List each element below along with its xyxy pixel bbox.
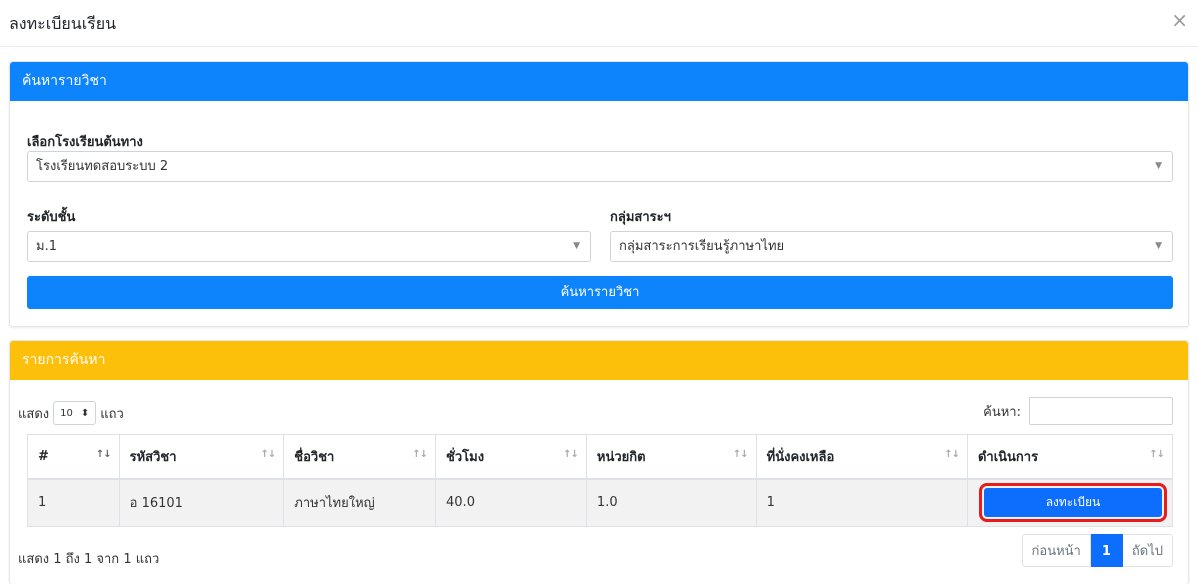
modal-header: ลงทะเบียนเรียน ×	[0, 0, 1198, 47]
sort-icon: ↑↓	[1149, 449, 1165, 460]
group-label: กลุ่มสาระฯ	[610, 210, 671, 225]
chevron-down-icon: ▼	[1155, 241, 1162, 251]
pagination-page-1[interactable]: 1	[1090, 534, 1123, 567]
page-length-select[interactable]: 10 ⬍	[53, 401, 97, 425]
pagination-prev[interactable]: ก่อนหน้า	[1021, 534, 1091, 567]
cell-seats: 1	[755, 478, 968, 527]
page-length-value: 10	[60, 407, 73, 419]
column-header-action[interactable]: ดำเนินการ ↑↓	[966, 434, 1174, 480]
search-card-header: ค้นหารายวิชา	[10, 62, 1188, 101]
group-select-value: กลุ่มสาระการเรียนรู้ภาษาไทย	[619, 239, 785, 254]
cell-credits: 1.0	[585, 478, 757, 527]
column-header-seats[interactable]: ที่นั่งคงเหลือ ↑↓	[755, 434, 968, 480]
school-select-value: โรงเรียนทดสอบระบบ 2	[36, 159, 169, 174]
page-length-control: แสดง 10 ⬍ แถว	[18, 401, 124, 425]
sort-icon: ↑↓	[260, 449, 277, 460]
results-card-header: รายการค้นหา	[10, 341, 1188, 380]
group-select[interactable]: กลุ่มสาระการเรียนรู้ภาษาไทย ▼	[610, 231, 1173, 262]
column-header-name[interactable]: ชื่อวิชา ↑↓	[283, 434, 437, 480]
search-card: ค้นหารายวิชา เลือกโรงเรียนต้นทาง โรงเรีย…	[9, 61, 1189, 327]
table-row: 1 อ 16101 ภาษาไทยใหญ่ 40.0 1.0 1 ลงทะเบี…	[27, 478, 1174, 527]
level-label: ระดับชั้น	[27, 210, 76, 225]
table-header-row: # ↑↓ รหัสวิชา ↑↓ ชื่อวิชา ↑↓ ชั่วโมง ↑↓ หน่ว…	[27, 434, 1174, 480]
level-select[interactable]: ม.1 ▼	[27, 231, 591, 262]
modal-title: ลงทะเบียนเรียน	[9, 14, 117, 33]
column-header-number[interactable]: # ↑↓	[27, 434, 120, 480]
table-info: แสดง 1 ถึง 1 จาก 1 แถว	[18, 552, 160, 567]
cell-number: 1	[27, 478, 120, 527]
results-card: รายการค้นหา แสดง 10 ⬍ แถว ค้นหา: # ↑↓ รหั…	[9, 340, 1189, 584]
length-suffix: แถว	[100, 406, 124, 422]
chevron-down-icon: ▼	[573, 241, 580, 251]
cell-name: ภาษาไทยใหญ่	[283, 478, 437, 527]
updown-arrows-icon: ⬍	[80, 407, 90, 419]
search-subjects-button[interactable]: ค้นหารายวิชา	[27, 276, 1173, 309]
cell-hours: 40.0	[435, 478, 587, 527]
chevron-down-icon: ▼	[1155, 161, 1162, 171]
column-header-hours[interactable]: ชั่วโมง ↑↓	[435, 434, 587, 480]
close-icon[interactable]: ×	[1171, 10, 1188, 30]
pagination-next[interactable]: ถัดไป	[1122, 534, 1173, 567]
sort-icon: ↑↓	[95, 449, 112, 460]
table-filter: ค้นหา:	[983, 397, 1173, 425]
level-select-value: ม.1	[36, 239, 57, 254]
filter-label: ค้นหา:	[983, 404, 1021, 420]
cell-code: อ 16101	[118, 478, 285, 527]
pagination: ก่อนหน้า 1 ถัดไป	[1021, 534, 1173, 567]
register-button[interactable]: ลงทะเบียน	[978, 483, 1167, 523]
cell-action: ลงทะเบียน	[966, 478, 1174, 527]
sort-icon: ↑↓	[563, 449, 579, 460]
sort-icon: ↑↓	[412, 449, 428, 460]
sort-icon: ↑↓	[732, 449, 749, 460]
filter-input[interactable]	[1029, 397, 1173, 425]
school-label: เลือกโรงเรียนต้นทาง	[27, 135, 143, 150]
column-header-credits[interactable]: หน่วยกิต ↑↓	[585, 434, 757, 480]
school-select[interactable]: โรงเรียนทดสอบระบบ 2 ▼	[27, 151, 1173, 182]
sort-icon: ↑↓	[944, 449, 960, 460]
results-table: # ↑↓ รหัสวิชา ↑↓ ชื่อวิชา ↑↓ ชั่วโมง ↑↓ หน่ว…	[27, 434, 1174, 527]
column-header-code[interactable]: รหัสวิชา ↑↓	[118, 434, 285, 480]
length-prefix: แสดง	[18, 406, 50, 422]
